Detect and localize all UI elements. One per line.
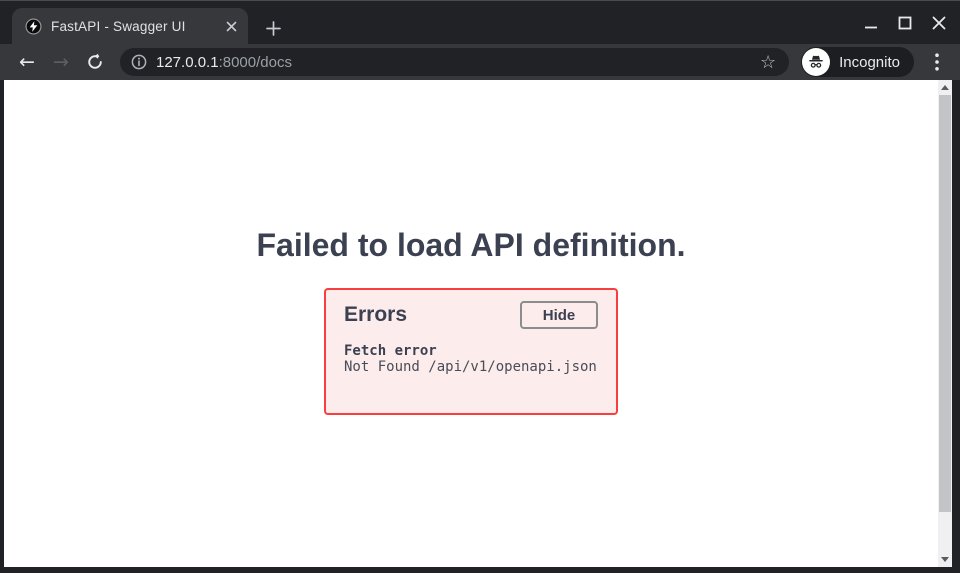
url-host: 127.0.0.1 — [156, 54, 219, 71]
site-info-icon[interactable] — [131, 54, 147, 70]
scroll-up-icon[interactable] — [941, 85, 949, 90]
reload-icon[interactable] — [82, 49, 108, 75]
url-path: :8000/docs — [219, 54, 292, 71]
browser-toolbar: ← → 127.0.0.1:8000/docs ☆ — [0, 44, 960, 80]
page-scrollbar[interactable] — [938, 80, 952, 567]
errors-title: Errors — [344, 301, 407, 329]
error-message: Not Found /api/v1/openapi.json — [344, 359, 598, 375]
fastapi-favicon-icon — [25, 18, 42, 35]
incognito-label: Incognito — [839, 54, 900, 71]
hide-errors-button[interactable]: Hide — [520, 301, 598, 329]
browser-window: FastAPI - Swagger UI ← — [0, 0, 960, 573]
titlebar: FastAPI - Swagger UI — [0, 1, 960, 44]
window-body: Failed to load API definition. Errors Hi… — [0, 80, 960, 573]
tab-title: FastAPI - Swagger UI — [51, 19, 213, 34]
incognito-badge: Incognito — [801, 47, 914, 77]
errors-panel-header: Errors Hide — [344, 301, 598, 329]
plus-icon — [266, 21, 281, 36]
errors-panel: Errors Hide Fetch error Not Found /api/v… — [324, 288, 618, 415]
forward-icon[interactable]: → — [48, 49, 74, 75]
close-window-button[interactable] — [932, 15, 946, 31]
error-name: Fetch error — [344, 343, 598, 359]
url-text[interactable]: 127.0.0.1:8000/docs — [156, 54, 292, 71]
new-tab-button[interactable] — [262, 17, 284, 39]
window-controls — [864, 1, 946, 44]
menu-kebab-icon[interactable] — [924, 49, 950, 75]
page-content: Failed to load API definition. Errors Hi… — [4, 80, 938, 567]
error-item: Fetch error Not Found /api/v1/openapi.js… — [344, 343, 598, 375]
tab-close-icon[interactable] — [222, 17, 240, 35]
scroll-down-icon[interactable] — [941, 557, 949, 562]
bookmark-star-icon[interactable]: ☆ — [757, 52, 779, 73]
browser-tab[interactable]: FastAPI - Swagger UI — [12, 8, 248, 44]
minimize-button[interactable] — [864, 15, 878, 31]
incognito-icon — [802, 48, 830, 76]
maximize-button[interactable] — [898, 15, 912, 31]
scrollbar-thumb[interactable] — [939, 95, 951, 512]
back-icon[interactable]: ← — [14, 49, 40, 75]
address-bar[interactable]: 127.0.0.1:8000/docs ☆ — [120, 48, 789, 76]
page-title: Failed to load API definition. — [4, 80, 938, 264]
